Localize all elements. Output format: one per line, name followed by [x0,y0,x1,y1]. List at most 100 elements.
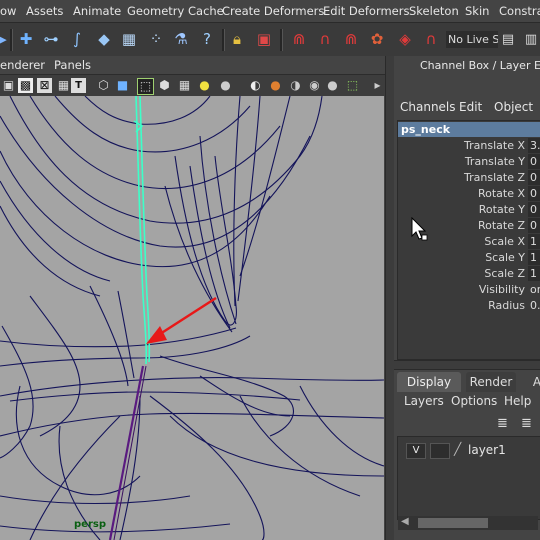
shadow-sphere-icon[interactable]: ◐ [248,78,263,93]
attribute-value[interactable]: 1 [528,266,540,281]
snap-plane-icon[interactable]: ✿ [366,28,388,50]
input-ops-icon[interactable]: ▤ [497,28,519,50]
menu-window[interactable]: ow [0,4,16,18]
perspective-viewport[interactable]: persp [0,96,384,540]
sphere-icon[interactable]: ● [218,78,233,93]
paint-weights-icon[interactable]: ⚗ [170,28,192,50]
lock-icon[interactable]: 🔒︎ [226,28,248,50]
menu-edit[interactable]: Edit [459,100,482,114]
cube-shaded-icon[interactable]: ⬢ [157,78,172,93]
layer-type-toggle[interactable] [430,443,450,459]
snap-curve-icon[interactable]: ∩ [314,28,336,50]
menu-panels[interactable]: Panels [54,58,91,72]
attribute-value[interactable]: 3. [528,138,540,153]
menu-edit-deformers[interactable]: Edit Deformers [323,4,409,18]
tab-anim[interactable]: A [532,372,540,392]
attribute-row[interactable]: Scale Y1 [398,250,540,266]
input-field-icon[interactable]: ▥ [520,28,540,50]
attribute-value[interactable]: 1 [528,234,540,249]
menu-create-deformers[interactable]: Create Deformers [222,4,324,18]
cube-wire-icon[interactable]: ⬡ [96,78,111,93]
attribute-value[interactable]: 0 [528,218,540,233]
menu-help[interactable]: Help [504,394,531,408]
menu-constrain[interactable]: Constrai [499,4,540,18]
menu-geometry-cache[interactable]: Geometry Cache [127,4,224,18]
menu-skeleton[interactable]: Skeleton [409,4,459,18]
menu-options[interactable]: Options [451,394,497,408]
menu-renderer[interactable]: enderer [0,58,45,72]
attribute-row[interactable]: Rotate Y0 [398,202,540,218]
attribute-row[interactable]: Rotate X0 [398,186,540,202]
channel-list: ps_neck Translate X 3. Translate Y0 Trans… [397,120,540,360]
snap-point-icon[interactable]: ⋒ [340,28,362,50]
ik-handle-icon[interactable]: ⊶ [40,28,62,50]
layer-row[interactable]: V ╱ layer1 [402,442,540,460]
ao-icon[interactable]: ◑ [288,78,303,93]
texture-sphere-icon[interactable]: ● [268,78,283,93]
menu-skin[interactable]: Skin [465,4,489,18]
attribute-row[interactable]: Translate Y0 [398,154,540,170]
view-menu-icon[interactable]: ▣ [1,78,16,93]
selection-mask-icon[interactable]: ▣ [253,28,275,50]
lattice-icon[interactable]: ▦ [118,28,140,50]
layer-color-swatch[interactable]: ╱ [454,442,461,456]
layer-visibility-toggle[interactable]: V [406,443,426,459]
attribute-value[interactable]: 0. [528,298,540,313]
light-icon[interactable]: ● [197,78,212,93]
attribute-row[interactable]: Visibilityon [398,282,540,298]
image-plane-icon[interactable]: ▦ [56,78,71,93]
checker-icon[interactable]: ▦ [177,78,192,93]
make-live-icon[interactable]: ∩ [420,28,442,50]
menu-animate[interactable]: Animate [73,4,121,18]
tab-display[interactable]: Display [397,372,461,392]
live-object-field[interactable]: No Live S [446,31,498,48]
plane-icon[interactable]: ◆ [93,28,115,50]
scroll-thumb[interactable] [418,518,488,528]
attribute-row[interactable]: Translate X 3. [398,138,540,154]
cube-smooth-icon[interactable]: ■ [115,78,130,93]
menu-object[interactable]: Object [494,100,533,114]
attribute-value[interactable]: 0 [528,154,540,169]
head-wireframe [0,96,384,540]
scroll-left-icon[interactable]: ◀ [401,516,409,527]
attribute-value[interactable]: 0 [528,186,540,201]
attribute-value[interactable]: on [528,282,540,297]
attribute-row[interactable]: Translate Z0 [398,170,540,186]
attribute-name: Rotate X [477,187,525,200]
attribute-value[interactable]: 1 [528,250,540,265]
panel-arrow-icon[interactable]: ▸ [370,78,385,93]
channel-layer-splitter[interactable] [394,360,540,370]
new-layer-icon[interactable]: ≣ [497,416,508,431]
text-icon[interactable]: T [71,78,86,93]
menu-channels[interactable]: Channels [400,100,456,114]
attribute-row[interactable]: Scale Z1 [398,266,540,282]
selected-node-name[interactable]: ps_neck [398,122,540,137]
ik-spline-icon[interactable]: ∫ [66,28,88,50]
attribute-value[interactable]: 0 [528,170,540,185]
attribute-row[interactable]: Radius 0. [398,298,540,314]
select-camera-icon[interactable]: ⬚ [345,78,360,93]
attribute-value[interactable]: 0 [528,202,540,217]
xray-icon[interactable]: ▩ [18,78,33,93]
wireframe-icon[interactable]: ⊠ [37,78,52,93]
attribute-name: Rotate Y [478,203,525,216]
attribute-name: Scale X [484,235,525,248]
new-layer-selected-icon[interactable]: ≣ [521,416,532,431]
attribute-name: Rotate Z [477,219,525,232]
isolate-select-icon[interactable]: ⬚ [137,78,154,95]
snap-surface-icon[interactable]: ◈ [394,28,416,50]
tab-render[interactable]: Render [466,372,516,392]
menu-assets[interactable]: Assets [26,4,63,18]
aa-icon[interactable]: ◉ [307,78,322,93]
layer-name[interactable]: layer1 [468,443,506,457]
snap-grid-icon[interactable]: ⋒ [288,28,310,50]
menu-layers[interactable]: Layers [404,394,444,408]
move-tool-icon[interactable]: ✚ [15,28,37,50]
attribute-name: Scale Y [485,251,525,264]
dof-icon[interactable]: ● [325,78,340,93]
help-icon[interactable]: ? [196,28,218,50]
selected-neck-joint[interactable] [133,96,151,365]
layer-scrollbar[interactable]: ◀ [398,516,538,530]
cluster-icon[interactable]: ⁘ [145,28,167,50]
panel-splitter[interactable] [385,56,394,540]
